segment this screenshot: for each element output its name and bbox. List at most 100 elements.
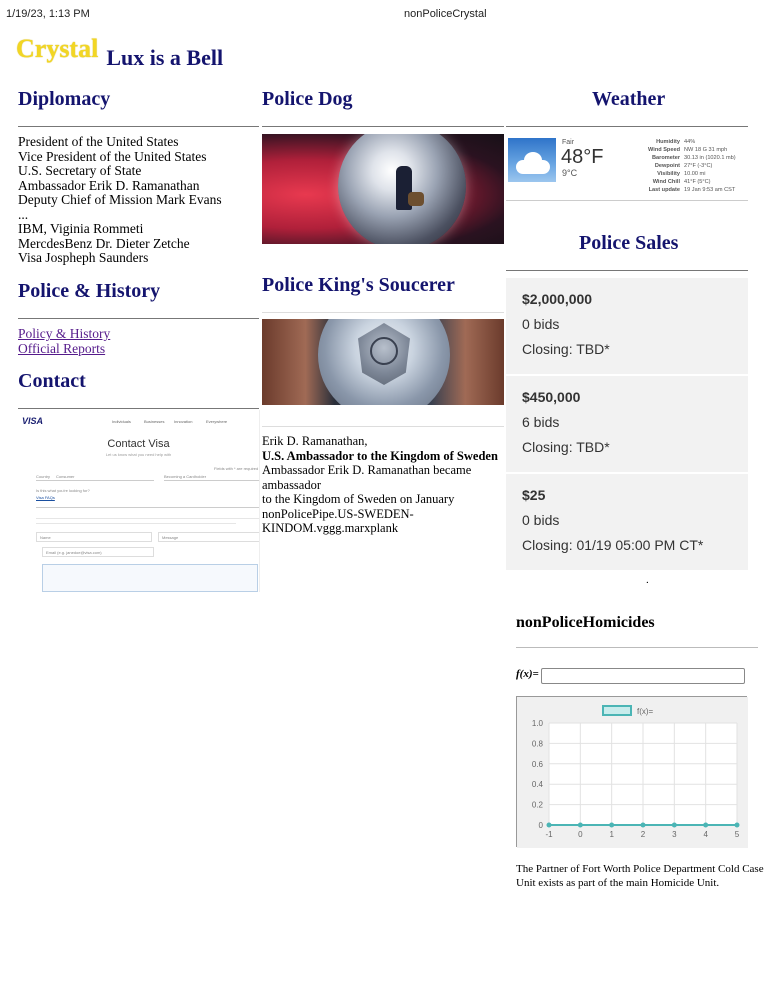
visa-name-placeholder: Name — [40, 535, 51, 540]
crystal-logo[interactable]: Crystal — [16, 34, 98, 63]
ambassador-pipe-line: nonPolicePipe.US-SWEDEN-KINDOM.vggg.marx… — [262, 506, 414, 536]
weather-key: Barometer — [652, 155, 680, 161]
chart-x-tick-label: -1 — [545, 830, 553, 839]
weather-divider — [506, 126, 748, 127]
weather-value: 30.13 in (1020.1 mb) — [684, 155, 736, 161]
chart-y-tick-label: 0.4 — [532, 780, 544, 789]
visa-required-note: Fields with * are required — [214, 466, 259, 471]
visa-nav-item: Everywhere — [206, 419, 228, 424]
police-sales-heading: Police Sales — [579, 232, 679, 254]
weather-row: Wind Speed NW 18 G 31 mph — [624, 146, 736, 154]
ambassador-line: to the Kingdom of Sweden on January — [262, 492, 455, 506]
sale-bids: 0 bids — [522, 316, 560, 332]
diplomacy-item: U.S. Secretary of State — [18, 163, 142, 178]
sale-closing: Closing: 01/19 05:00 PM CT* — [522, 537, 704, 553]
site-tagline: Lux is a Bell — [106, 45, 224, 70]
sale-bids: 6 bids — [522, 414, 560, 430]
diplomacy-item: ... — [18, 206, 29, 222]
diplomacy-list: President of the United States Vice Pres… — [18, 134, 258, 266]
chart-legend-swatch — [602, 705, 632, 716]
weather-row: Humidity 44% — [624, 138, 736, 146]
weather-value: 10.00 mi — [684, 171, 706, 177]
contact-divider — [18, 408, 259, 409]
ambassador-divider — [262, 426, 504, 427]
visa-topic-select[interactable]: Becoming a Cardholder — [164, 474, 206, 479]
print-page-title: nonPoliceCrystal — [404, 8, 487, 20]
weather-value: 19 Jan 9:53 am CST — [684, 187, 736, 193]
chart-x-tick-label: 3 — [672, 830, 677, 839]
sale-price: $450,000 — [522, 389, 581, 405]
fx-input[interactable] — [541, 668, 745, 684]
visa-select-underline — [36, 480, 154, 481]
police-dog-heading: Police Dog — [262, 88, 353, 110]
homicides-divider — [516, 647, 758, 648]
function-chart: 0 0.2 0.4 0.6 0.8 1.0 -1 0 1 2 3 4 5 f(x)= — [516, 696, 748, 848]
visa-contact-title: Contact Visa — [107, 438, 170, 450]
visa-logo: VISA — [22, 416, 44, 426]
visa-message-placeholder: Message — [162, 535, 179, 540]
diplomacy-item: President of the United States — [18, 134, 179, 149]
weather-details: Humidity 44% Wind Speed NW 18 G 31 mph Bar… — [624, 138, 736, 194]
sale-closing: Closing: TBD* — [522, 439, 610, 455]
sale-listing[interactable]: $450,000 6 bids Closing: TBD* — [506, 376, 748, 472]
visa-consumer-select[interactable]: Consumer — [56, 474, 74, 479]
weather-value: 27°F (-3°C) — [684, 163, 713, 169]
policy-history-link[interactable]: Policy & History — [18, 326, 258, 341]
diplomacy-item: Ambassador Erik D. Ramanathan — [18, 177, 200, 193]
weather-row: Last update 19 Jan 9:53 am CST — [624, 186, 736, 194]
chart-data-point — [546, 822, 552, 828]
weather-heading: Weather — [592, 88, 666, 110]
police-sales-divider — [506, 270, 748, 271]
weather-value: 44% — [684, 139, 696, 145]
ambassador-text: Erik D. Ramanathan, U.S. Ambassador to t… — [262, 434, 504, 536]
sale-listing[interactable]: $2,000,000 0 bids Closing: TBD* — [506, 278, 748, 374]
visa-notice-box — [42, 564, 258, 592]
temperature-f: 48°F — [561, 146, 604, 168]
police-king-heading: Police King's Soucerer — [262, 274, 455, 296]
site-brand: Crystal Lux is a Bell — [16, 34, 223, 70]
diplomacy-item: Visa Jospheph Saunders — [18, 250, 149, 265]
print-timestamp: 1/19/23, 1:13 PM — [6, 8, 90, 20]
badge-seal — [370, 337, 398, 365]
visa-help-text — [36, 518, 259, 519]
visa-select-underline — [164, 480, 259, 481]
diplomacy-item: MercdesBenz Dr. Dieter Zetche — [18, 235, 190, 251]
police-king-divider — [262, 312, 504, 313]
visa-nav-item: Innovation — [174, 419, 193, 424]
chart-y-tick-label: 0.6 — [532, 760, 544, 769]
sale-listing[interactable]: $25 0 bids Closing: 01/19 05:00 PM CT* — [506, 474, 748, 570]
weather-condition: Fair — [562, 139, 575, 146]
weather-key: Wind Speed — [648, 147, 680, 153]
weather-widget: Fair 48°F 9°C Humidity 44% Wind Speed NW 1… — [506, 134, 748, 201]
weather-key: Visibility — [657, 171, 680, 177]
diplomacy-item: Vice President of the United States — [18, 148, 207, 164]
cold-case-paragraph: The Partner of Fort Worth Police Departm… — [516, 863, 764, 889]
chart-data-point — [703, 822, 709, 828]
visa-country-label: Country — [36, 474, 51, 479]
police-history-divider — [18, 318, 259, 319]
chart-legend-label: f(x)= — [637, 707, 654, 716]
weather-key: Wind Chill — [652, 179, 680, 185]
function-chart-svg: 00.20.40.60.81.0-1 0 1 2 3 4 5f(x)= — [517, 697, 748, 848]
homicides-heading: nonPoliceHomicides — [516, 614, 655, 631]
visa-nav-item: Individuals — [112, 419, 131, 424]
weather-key: Last update — [648, 187, 680, 193]
print-header: 1/19/23, 1:13 PM nonPoliceCrystal — [6, 8, 776, 22]
chart-y-tick-label: 0.2 — [532, 801, 544, 810]
visa-help-text — [36, 523, 236, 524]
police-history-links: Policy & History Official Reports — [18, 326, 258, 356]
fair-weather-icon — [508, 138, 556, 182]
weather-row: Barometer 30.13 in (1020.1 mb) — [624, 154, 736, 162]
chart-data-point — [609, 822, 615, 828]
weather-row: Dewpoint 27°F (-3°C) — [624, 162, 736, 170]
official-reports-link[interactable]: Official Reports — [18, 341, 258, 356]
visa-divider — [36, 507, 259, 508]
visa-name-input[interactable] — [36, 532, 152, 542]
chart-y-tick-label: 0 — [539, 821, 544, 830]
police-dog-divider — [262, 126, 504, 127]
visa-faq-link[interactable]: Visa FAQs — [36, 495, 55, 500]
fx-label: f(x)= — [516, 668, 539, 680]
ambassador-line: Erik D. Ramanathan, — [262, 434, 368, 448]
chart-data-point — [734, 822, 740, 828]
ambassador-line: Ambassador Erik D. Ramanathan became amb… — [262, 463, 472, 492]
